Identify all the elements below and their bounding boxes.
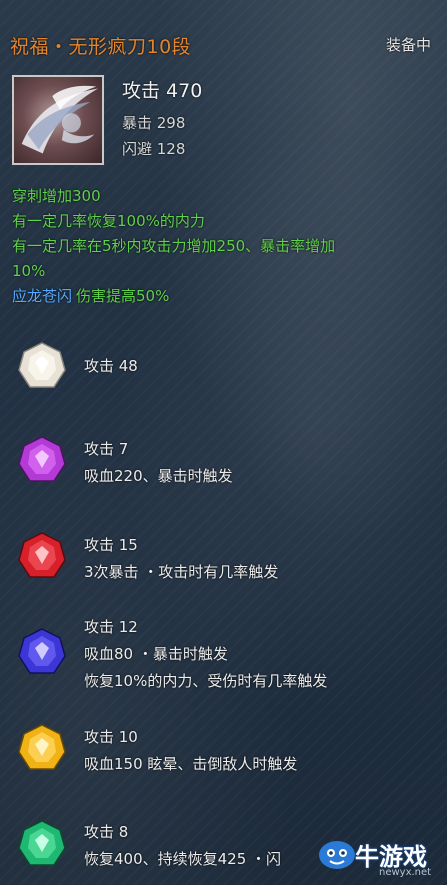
gem-line: 攻击 8 [84, 823, 129, 841]
bonus-effects: 穿刺增加300 有一定几率恢复100%的内力 有一定几率在5秒内攻击力增加250… [12, 184, 442, 309]
gem-line: 攻击 7 [84, 440, 129, 458]
item-name: 祝福・无形疯刀10段 [10, 36, 192, 58]
equipped-status: 装备中 [385, 36, 431, 54]
effect-line: 有一定几率在5秒内攻击力增加250、暴击率增加 [12, 237, 336, 255]
gem-stats-green: 攻击 8 恢复400、持续恢复425 ・闪 [84, 819, 281, 873]
gem-stats-purple: 攻击 7 吸血220、暴击时触发 [84, 436, 233, 490]
crit-stat: 暴击 298 [122, 114, 186, 132]
gem-stats-red: 攻击 15 3次暴击 ・攻击时有几率触发 [84, 532, 278, 586]
effect-line: 10% [12, 262, 46, 280]
gem-line: 3次暴击 ・攻击时有几率触发 [84, 563, 279, 581]
special-skill-desc: 伤害提高50% [76, 287, 170, 305]
gem-line: 恢复400、持续恢复425 ・闪 [84, 850, 282, 868]
effect-line: 穿刺增加300 [12, 187, 101, 205]
gem-line: 恢复10%的内力、受伤时有几率触发 [84, 672, 328, 690]
gem-icon-purple[interactable] [16, 434, 68, 486]
gem-line: 攻击 48 [84, 357, 138, 375]
gem-stats-blue: 攻击 12 吸血80 ・暴击时触发 恢复10%的内力、受伤时有几率触发 [84, 614, 327, 695]
gem-stats-yellow: 攻击 10 吸血150 眩晕、击倒敌人时触发 [84, 724, 297, 778]
site-watermark: 牛游戏 newyx.net [317, 837, 437, 881]
item-tooltip-panel: 祝福・无形疯刀10段 装备中 攻击 470 暴击 298 闪避 128 穿刺增加… [0, 0, 447, 885]
gem-line: 吸血220、暴击时触发 [84, 467, 233, 485]
attack-stat: 攻击 470 [122, 80, 203, 102]
gem-icon-blue[interactable] [16, 626, 68, 678]
gem-icon-white[interactable] [16, 340, 68, 392]
gem-line: 吸血80 ・暴击时触发 [84, 645, 228, 663]
effect-line: 有一定几率恢复100%的内力 [12, 212, 205, 230]
evade-stat: 闪避 128 [122, 140, 186, 158]
gem-line: 攻击 12 [84, 618, 138, 636]
gem-line: 吸血150 眩晕、击倒敌人时触发 [84, 755, 298, 773]
watermark-url: newyx.net [379, 867, 432, 878]
blade-weapon-icon[interactable] [12, 75, 104, 165]
special-skill-name: 应龙苍闪 [12, 287, 73, 305]
gem-stats-white: 攻击 48 [84, 353, 138, 380]
gem-line: 攻击 15 [84, 536, 138, 554]
gem-icon-yellow[interactable] [16, 722, 68, 774]
watermark-logo-icon [317, 839, 357, 871]
gem-icon-green[interactable] [16, 818, 68, 870]
gem-line: 攻击 10 [84, 728, 138, 746]
special-skill-line: 应龙苍闪 伤害提高50% [12, 284, 442, 309]
gem-icon-red[interactable] [16, 530, 68, 582]
